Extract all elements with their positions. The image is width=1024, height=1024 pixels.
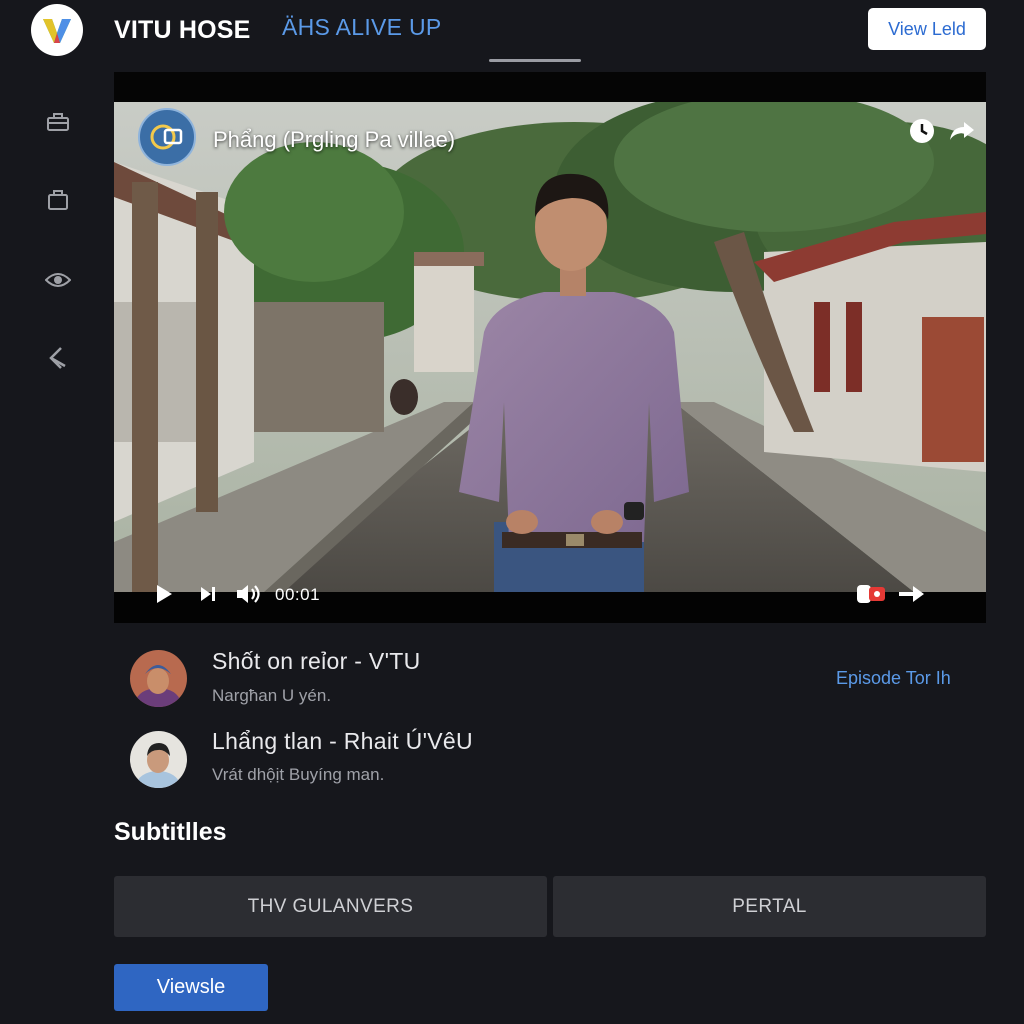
volume-icon[interactable] [235, 580, 263, 608]
logo-v-icon [43, 19, 71, 43]
time-display: 00:01 [275, 585, 321, 604]
view-subtitles-button[interactable]: Viewsle [114, 964, 268, 1011]
view-button[interactable]: View Leld [868, 8, 986, 50]
episode-subtitle: Nargħan U yén. [212, 686, 332, 705]
subtitle-option[interactable]: THV GULANVERS [114, 876, 547, 937]
nav-link[interactable]: ÄHS ALIVE UP [282, 14, 442, 41]
briefcase-icon[interactable] [44, 186, 72, 214]
share-icon[interactable] [947, 116, 977, 146]
eye-icon[interactable] [44, 266, 72, 294]
app-logo[interactable] [31, 4, 83, 56]
episode-title[interactable]: Shốt on reỉor - V'TU [212, 648, 421, 675]
subtitles-heading: Subtitlles [114, 818, 227, 846]
play-icon[interactable] [152, 580, 176, 608]
episode-subtitle: Vrát dhộịt Buyíng man. [212, 765, 385, 784]
episode-avatar[interactable] [130, 731, 187, 788]
subtitle-option[interactable]: PERTAL [553, 876, 986, 937]
video-title: Phẩng (Prgling Pa villae) [213, 127, 456, 152]
video-frame[interactable] [114, 102, 986, 592]
episode-title[interactable]: Lhẩng tlan - Rhait Ú'VêU [212, 728, 473, 755]
toolbox-icon[interactable] [44, 108, 72, 136]
episode-avatar[interactable] [130, 650, 187, 707]
episode-link[interactable]: Episode Tor Ih [836, 668, 951, 689]
back-arrow-icon[interactable] [44, 344, 72, 372]
next-arrow-icon[interactable] [896, 580, 926, 608]
subtitles-icon[interactable] [854, 580, 890, 608]
video-scene-image [114, 102, 986, 592]
channel-avatar[interactable] [138, 108, 196, 166]
channel-logo-icon [150, 124, 183, 150]
video-player[interactable]: Phẩng (Prgling Pa villae) 00:01 [114, 72, 986, 623]
app-title: VITU HOSE [114, 16, 251, 44]
skip-next-icon[interactable] [197, 580, 219, 608]
clock-icon[interactable] [907, 116, 937, 146]
nav-active-indicator [489, 59, 581, 62]
